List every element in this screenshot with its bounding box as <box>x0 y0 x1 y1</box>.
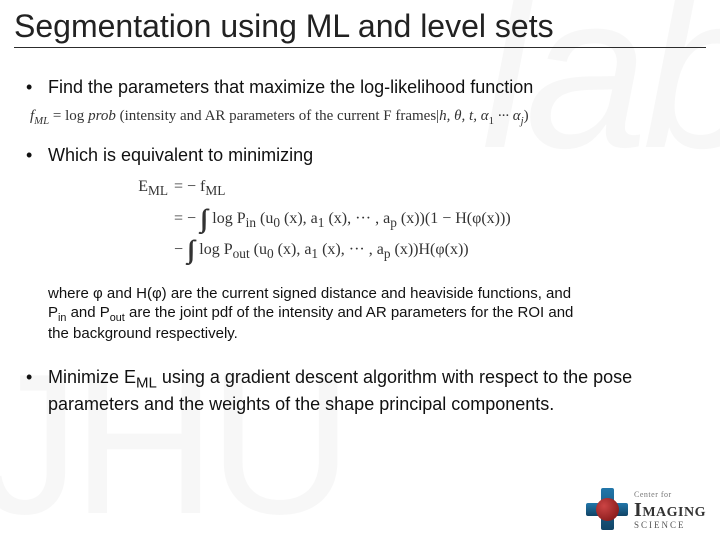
bullet-2: Which is equivalent to minimizing <box>20 144 700 167</box>
explain-block: where φ and H(φ) are the current signed … <box>20 285 700 344</box>
eml-row-1: EML = − fML <box>110 174 700 202</box>
footer-logo: Center for IMAGING SCIENCE <box>586 488 706 530</box>
explain-line-1: where φ and H(φ) are the current signed … <box>48 285 700 304</box>
slide: Segmentation using ML and level sets Fin… <box>0 0 720 540</box>
equation-fml: fML = log prob (intensity and AR paramet… <box>30 106 700 130</box>
logo-text: Center for IMAGING SCIENCE <box>634 491 706 530</box>
explain-line-2: Pin and Pout are the joint pdf of the in… <box>48 304 700 325</box>
bullet-1: Find the parameters that maximize the lo… <box>20 76 700 99</box>
equation-eml: EML = − fML = − ∫∫ log Pin (u0 (x), a1 (… <box>110 174 700 265</box>
slide-content: Find the parameters that maximize the lo… <box>0 48 720 416</box>
eml-row-2: = − ∫∫ log Pin (u0 (x), a1 (x), ··· , ap… <box>110 206 700 234</box>
slide-title: Segmentation using ML and level sets <box>0 0 720 45</box>
bullet-3: Minimize EML using a gradient descent al… <box>20 366 700 416</box>
eml-row-3: − ∫∫ log Pout (u0 (x), a1 (x), ··· , ap … <box>110 237 700 265</box>
explain-line-3: the background respectively. <box>48 325 700 344</box>
logo-icon <box>586 488 628 530</box>
